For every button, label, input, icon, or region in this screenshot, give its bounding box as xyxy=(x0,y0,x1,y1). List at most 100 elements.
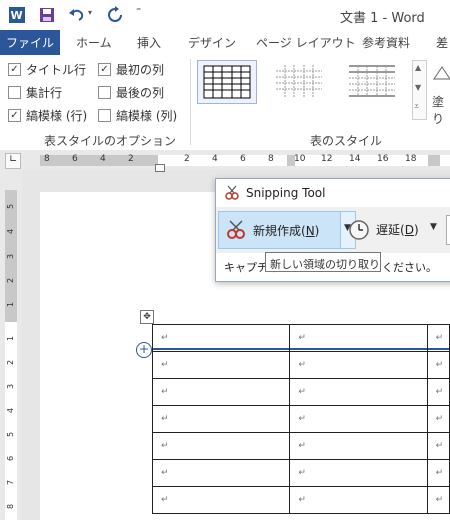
document-table[interactable]: ↵ ↵ ↵ ↵ ↵ ↵ ↵ ↵ ↵ ↵ ↵ ↵ ↵ ↵ ↵ ↵ ↵ ↵ ↵ ↵ ↵ xyxy=(151,324,450,514)
svg-text:W: W xyxy=(11,9,23,22)
tab-mailings[interactable]: 差 xyxy=(436,34,448,51)
scroll-down-icon[interactable]: ▼ xyxy=(415,83,421,92)
table-cell[interactable]: ↵ xyxy=(289,486,428,514)
table-row[interactable]: ↵ ↵ ↵ xyxy=(151,486,450,514)
table-cell[interactable]: ↵ xyxy=(289,378,428,406)
gallery-more-icon[interactable]: ⩡ xyxy=(414,102,419,112)
word-icon[interactable]: W xyxy=(8,6,26,24)
window-title: 文書 1 - Word xyxy=(340,11,425,26)
ruler-number: 4 xyxy=(6,407,16,414)
table-style-options-group-label: 表スタイルのオプション xyxy=(44,134,177,148)
table-cell[interactable]: ↵ xyxy=(426,351,450,379)
customize-qat-icon[interactable]: ⁼ xyxy=(136,6,141,17)
ruler-number: 2 xyxy=(6,359,16,366)
table-row[interactable]: ↵ ↵ ↵ xyxy=(151,351,450,379)
table-cell[interactable]: ↵ xyxy=(289,351,428,379)
tab-file[interactable]: ファイル xyxy=(0,30,60,55)
new-snip-button[interactable]: 新規作成(N) xyxy=(218,211,342,249)
ruler-number: 5 xyxy=(6,203,16,210)
table-cell[interactable]: ↵ xyxy=(289,405,428,433)
last-column-checkbox[interactable]: 最後の列 xyxy=(98,84,164,101)
ruler-right-marker xyxy=(428,155,440,166)
table-cell[interactable]: ↵ xyxy=(426,432,450,460)
shading-icon[interactable] xyxy=(432,63,450,91)
tab-references[interactable]: 参考資料 xyxy=(362,34,410,51)
banded-columns-checkbox[interactable]: 縞模様 (列) xyxy=(98,107,177,124)
table-cell[interactable]: ↵ xyxy=(151,324,291,352)
table-cell[interactable]: ↵ xyxy=(151,486,291,514)
total-row-checkbox[interactable]: 集計行 xyxy=(8,84,62,101)
tab-design[interactable]: デザイン xyxy=(188,34,236,51)
ruler-number: 4 xyxy=(212,154,218,164)
ruler-number: 4 xyxy=(6,228,16,235)
group-separator xyxy=(190,59,191,145)
banded-rows-label: 縞模様 (行) xyxy=(26,109,88,123)
table-row[interactable]: ↵ ↵ ↵ xyxy=(151,432,450,460)
new-snip-scissors-icon xyxy=(227,220,245,239)
tab-selector-icon[interactable]: ∟ xyxy=(5,153,21,169)
table-cell[interactable]: ↵ xyxy=(426,405,450,433)
banded-rows-checkbox[interactable]: ✓ 縞模様 (行) xyxy=(8,107,87,124)
table-style-grid-thumbnail[interactable] xyxy=(197,60,257,104)
header-row-checkbox[interactable]: ✓ タイトル行 xyxy=(8,61,86,78)
table-cell[interactable]: ↵ xyxy=(289,459,428,487)
table-row[interactable]: ↵ ↵ ↵ xyxy=(151,378,450,406)
scroll-up-icon[interactable]: ▲ xyxy=(415,63,421,72)
tab-insert[interactable]: 挿入 xyxy=(137,34,161,51)
table-cell[interactable]: ↵ xyxy=(151,351,291,379)
table-row[interactable]: ↵ ↵ ↵ xyxy=(151,405,450,433)
ruler-number: 6 xyxy=(72,154,78,164)
vertical-ruler[interactable]: 5 4 3 2 1 1 2 3 4 5 6 7 8 xyxy=(0,170,22,520)
tab-home[interactable]: ホーム xyxy=(76,34,112,51)
ruler-number: 16 xyxy=(377,154,389,164)
scissors-icon xyxy=(225,185,239,200)
ruler-number: 4 xyxy=(100,154,106,164)
table-style-plain-thumbnail[interactable] xyxy=(270,60,328,102)
ruler-track xyxy=(5,322,17,520)
table-cell[interactable]: ↵ xyxy=(289,324,428,352)
checkbox-empty xyxy=(98,86,111,99)
table-row[interactable]: ↵ ↵ ↵ xyxy=(151,459,450,487)
ruler-number: 8 xyxy=(6,503,16,510)
snipping-tool-toolbar: 新規作成(N) ▼ 遅延(D) ▼ xyxy=(216,207,450,253)
table-cell[interactable]: ↵ xyxy=(151,378,291,406)
total-row-label: 集計行 xyxy=(26,86,63,100)
checkbox-empty xyxy=(98,109,111,122)
last-column-label: 最後の列 xyxy=(116,86,165,100)
ruler-left-margin xyxy=(40,155,158,166)
first-column-checkbox[interactable]: ✓ 最初の列 xyxy=(98,61,164,78)
ruler-number: 10 xyxy=(294,154,306,164)
snipping-tool-titlebar[interactable]: Snipping Tool xyxy=(216,179,450,207)
new-snip-tooltip: 新しい領域の切り取り xyxy=(265,252,381,272)
title-bar: W ▾ ⁼ 文書 1 - Word xyxy=(0,0,450,30)
insert-row-icon[interactable]: + xyxy=(136,342,152,358)
shading-button[interactable]: 塗り xyxy=(432,93,450,127)
table-cell[interactable]: ↵ xyxy=(289,432,428,460)
ribbon-panel: ✓ タイトル行 ✓ 最初の列 集計行 最後の列 ✓ 縞模様 (行) 縞模様 (列… xyxy=(0,55,450,151)
ruler-number: 2 xyxy=(128,154,134,164)
table-move-handle-icon[interactable]: ✥ xyxy=(140,310,154,324)
table-cell[interactable]: ↵ xyxy=(151,405,291,433)
table-style-light-thumbnail[interactable] xyxy=(343,60,401,102)
cancel-button[interactable] xyxy=(446,215,450,245)
table-cell[interactable]: ↵ xyxy=(426,378,450,406)
ruler-number: 12 xyxy=(321,154,333,164)
horizontal-ruler[interactable]: ∟ 8 6 4 2 2 4 6 8 10 12 14 16 18 xyxy=(0,150,450,172)
undo-icon[interactable] xyxy=(68,6,86,24)
indent-marker-icon[interactable] xyxy=(155,164,165,172)
checkbox-mark: ✓ xyxy=(8,63,21,76)
table-cell[interactable]: ↵ xyxy=(426,324,450,352)
tab-page-layout[interactable]: ページ レイアウト xyxy=(256,34,356,51)
redo-icon[interactable] xyxy=(106,6,124,24)
save-icon[interactable] xyxy=(38,6,56,24)
undo-dropdown-icon[interactable]: ▾ xyxy=(88,8,92,17)
table-cell[interactable]: ↵ xyxy=(426,459,450,487)
table-cell[interactable]: ↵ xyxy=(151,459,291,487)
table-cell[interactable]: ↵ xyxy=(151,432,291,460)
table-cell[interactable]: ↵ xyxy=(426,486,450,514)
delay-button[interactable]: 遅延(D) xyxy=(376,221,419,238)
ruler-number: 5 xyxy=(6,431,16,438)
styles-gallery-scroll[interactable]: ▲ ▼ ⩡ xyxy=(412,60,427,120)
table-row[interactable]: ↵ ↵ ↵ xyxy=(151,324,450,352)
delay-chevron-down-icon[interactable]: ▼ xyxy=(430,222,437,232)
